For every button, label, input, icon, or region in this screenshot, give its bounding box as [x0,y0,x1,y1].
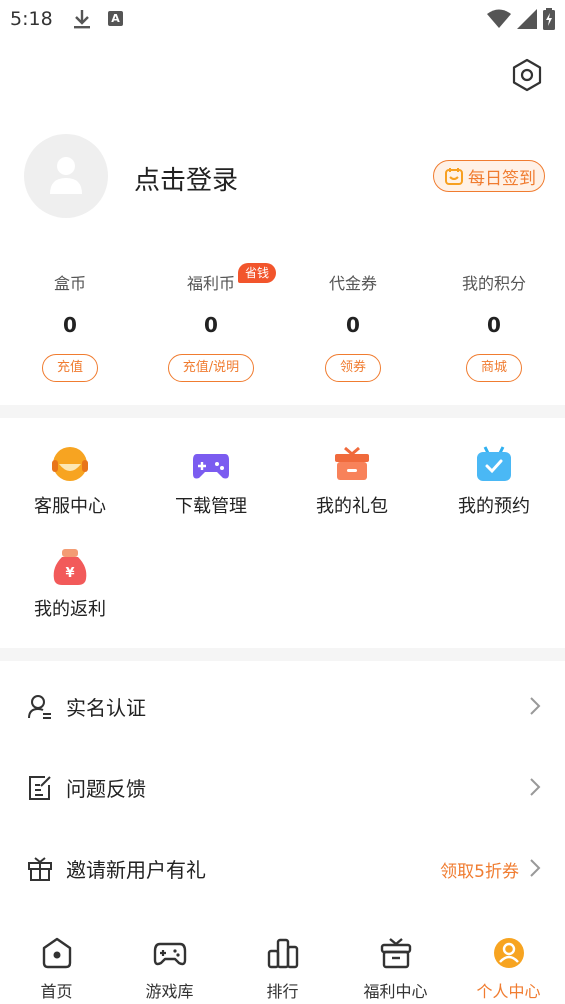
recharge-info-button[interactable]: 充值/说明 [167,354,255,382]
daily-checkin-button[interactable]: 每日签到 [433,160,545,192]
list-item-label: 邀请新用户有礼 [66,858,206,882]
stat-value: 0 [204,313,218,337]
stat-value: 0 [63,313,77,337]
ranking-icon [266,936,300,970]
calendar-icon [445,168,463,185]
list-item-feedback[interactable]: 问题反馈 [0,747,565,827]
grid-label: 我的预约 [458,496,530,517]
grid-label: 我的礼包 [316,496,388,517]
stat-value: 0 [487,313,501,337]
nav-tab-personal-center[interactable]: 个人中心 [452,936,565,1002]
default-user-icon [50,157,82,194]
gift-box-icon [332,444,372,484]
home-icon [40,936,74,970]
settings-button[interactable] [508,56,546,94]
chevron-right-icon [529,858,541,882]
checkin-label: 每日签到 [468,168,536,189]
grid-label: 客服中心 [34,496,106,517]
stat-label: 我的积分 [461,274,526,293]
nav-tab-game-library[interactable]: 游戏库 [113,936,226,1002]
coupon-offer-text[interactable]: 领取5折券 [440,857,519,882]
nav-tab-welfare-center[interactable]: 福利中心 [339,936,452,1002]
chevron-right-icon [529,777,541,801]
money-bag-icon: ¥ [50,547,90,587]
signal-icon [517,9,537,29]
nav-label: 福利中心 [363,982,428,1001]
nav-label: 游戏库 [145,982,194,1001]
stat-value: 0 [346,313,360,337]
save-money-badge: 省钱 [238,263,277,283]
nav-label: 排行 [266,982,299,1001]
settings-hexagon-icon [512,58,542,92]
shop-button[interactable]: 商城 [465,354,522,382]
feedback-edit-icon [27,775,53,805]
grid-label: 我的返利 [34,599,106,620]
status-time: 5:18 [10,8,53,30]
user-icon [492,936,526,970]
status-bar: 5:18 A [0,0,565,40]
gift-icon [27,856,53,886]
grid-item-my-gifts[interactable]: 我的礼包 [282,444,422,520]
stat-box-coins: 盒币 0 充值 [10,272,130,382]
grid-item-download-manager[interactable]: 下载管理 [141,444,281,520]
grid-item-my-rebates[interactable]: ¥ 我的返利 [0,547,140,623]
nav-tab-home[interactable]: 首页 [0,936,113,1002]
grid-label: 下载管理 [175,496,247,517]
gift-icon [379,936,413,970]
get-voucher-button[interactable]: 领券 [324,354,381,382]
user-verify-icon [27,694,53,724]
calendar-check-icon [474,444,514,484]
avatar[interactable] [24,134,108,218]
keyboard-indicator-icon: A [108,11,123,26]
list-item-invite-users[interactable]: 邀请新用户有礼 领取5折券 [0,828,565,908]
customer-service-icon [50,444,90,484]
grid-item-my-reservations[interactable]: 我的预约 [424,444,564,520]
grid-item-customer-service[interactable]: 客服中心 [0,444,140,520]
gamepad-icon [153,936,187,970]
section-divider [0,405,565,418]
login-prompt[interactable]: 点击登录 [134,160,238,197]
stat-vouchers: 代金券 0 领券 [293,272,413,382]
stat-label: 盒币 [53,274,86,293]
status-indicators [487,8,555,30]
svg-text:¥: ¥ [65,566,74,581]
chevron-right-icon [529,696,541,720]
wifi-icon [487,9,511,28]
bottom-navigation: 首页 游戏库 排行 福利中心 个人中心 [0,928,565,1004]
gamepad-download-icon [191,444,231,484]
nav-tab-ranking[interactable]: 排行 [226,936,339,1002]
list-item-label: 实名认证 [66,696,146,720]
download-icon [72,8,92,34]
nav-label: 个人中心 [476,982,541,1001]
nav-label: 首页 [40,982,73,1001]
stat-welfare-coins: 福利币 0 充值/说明 [151,272,271,382]
recharge-button[interactable]: 充值 [41,354,98,382]
battery-icon [543,8,555,30]
section-divider [0,648,565,661]
list-item-real-name-verification[interactable]: 实名认证 [0,666,565,746]
stat-label: 代金券 [328,274,377,293]
stat-points: 我的积分 0 商城 [434,272,554,382]
list-item-label: 问题反馈 [66,777,146,801]
